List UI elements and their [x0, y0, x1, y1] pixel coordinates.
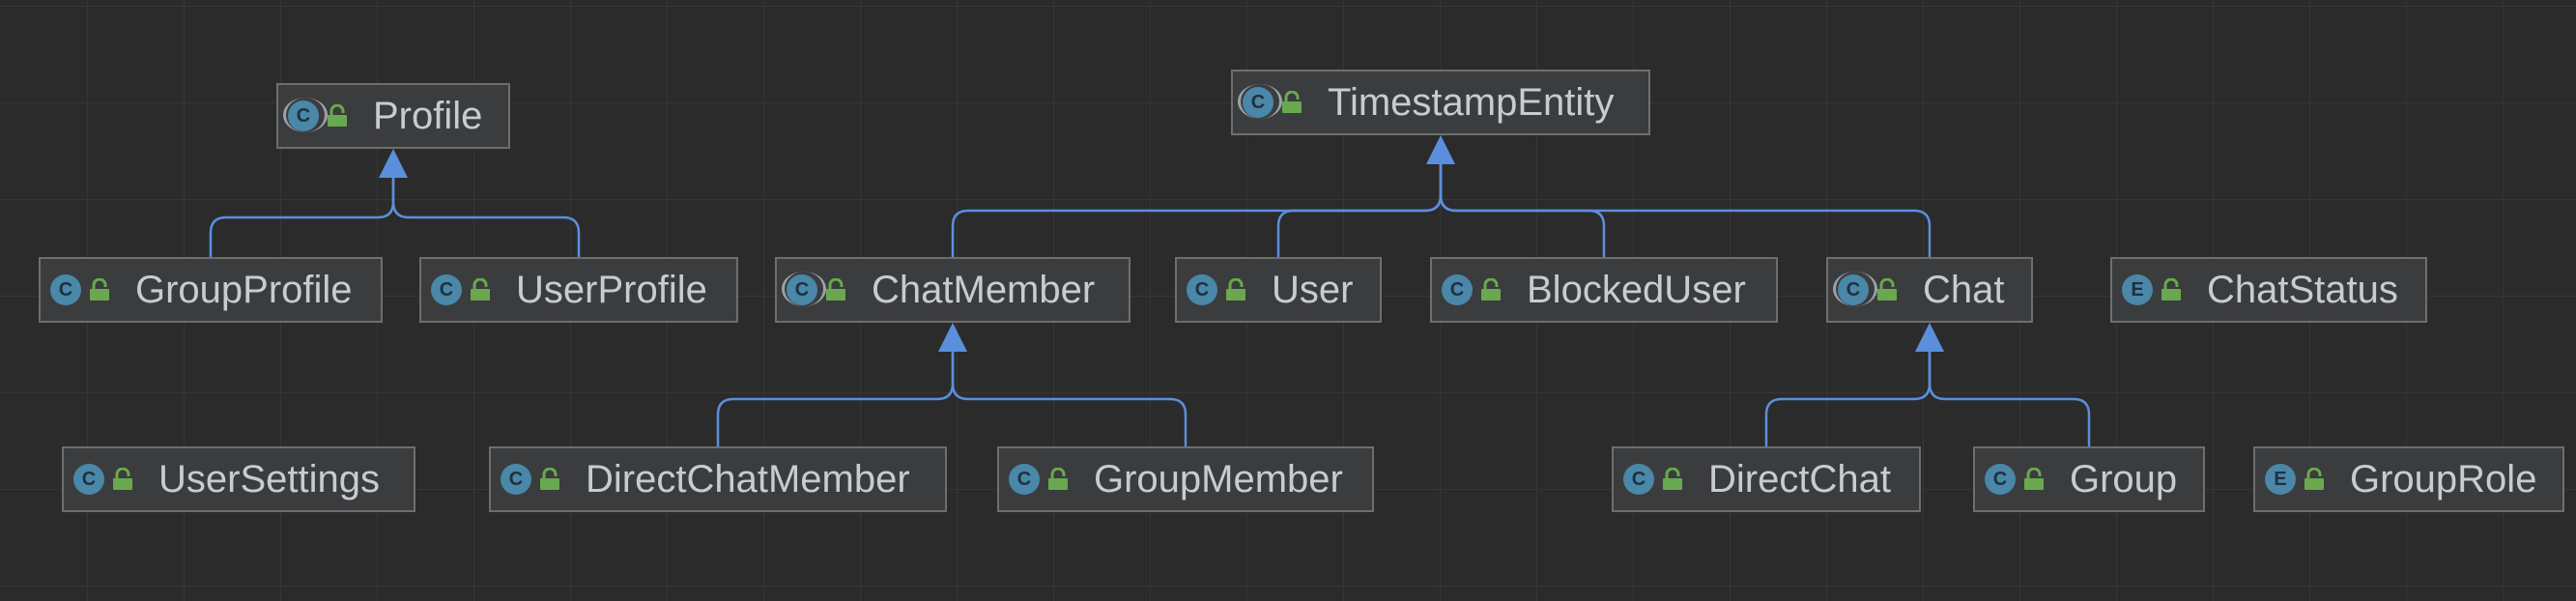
- lock-icon: [1047, 467, 1073, 492]
- class-icon: C: [1187, 274, 1217, 305]
- node-group-profile[interactable]: C GroupProfile: [39, 257, 383, 323]
- node-profile[interactable]: C Profile: [276, 83, 510, 149]
- lock-icon: [1480, 277, 1505, 302]
- node-label: GroupMember: [1094, 457, 1343, 501]
- node-label: Group: [2070, 457, 2178, 501]
- lock-icon: [2304, 467, 2329, 492]
- node-blocked-user[interactable]: C BlockedUser: [1430, 257, 1778, 323]
- inheritance-edge: [1928, 352, 2091, 446]
- node-user-settings[interactable]: C UserSettings: [62, 446, 415, 512]
- lock-icon: [2161, 277, 2186, 302]
- abstract-class-icon: C: [782, 272, 826, 306]
- node-label: ChatStatus: [2207, 268, 2398, 311]
- inheritance-edge: [209, 178, 395, 257]
- class-icon: C: [501, 464, 531, 495]
- node-label: User: [1272, 268, 1354, 311]
- lock-icon: [112, 467, 137, 492]
- node-direct-chat-member[interactable]: C DirectChatMember: [489, 446, 947, 512]
- node-label: Profile: [373, 94, 483, 137]
- lock-icon: [825, 277, 850, 302]
- node-group-role[interactable]: E GroupRole: [2253, 446, 2564, 512]
- node-group-member[interactable]: C GroupMember: [997, 446, 1374, 512]
- inheritance-edge: [391, 178, 581, 257]
- class-icon: C: [1623, 464, 1654, 495]
- node-chat-member[interactable]: C ChatMember: [775, 257, 1131, 323]
- inheritance-edge: [716, 352, 955, 446]
- class-icon: C: [1442, 274, 1473, 305]
- node-label: TimestampEntity: [1328, 80, 1615, 124]
- lock-icon: [1281, 90, 1306, 115]
- inheritance-edge: [951, 352, 1188, 446]
- inheritance-edge: [1439, 164, 1932, 257]
- enum-icon: E: [2265, 464, 2296, 495]
- node-chat[interactable]: C Chat: [1826, 257, 2033, 323]
- class-icon: C: [50, 274, 81, 305]
- abstract-class-icon: C: [283, 98, 328, 132]
- inheritance-edge: [1276, 164, 1443, 257]
- lock-icon: [1876, 277, 1902, 302]
- node-group[interactable]: C Group: [1973, 446, 2205, 512]
- node-user[interactable]: C User: [1175, 257, 1382, 323]
- node-label: UserSettings: [158, 457, 380, 501]
- node-label: BlockedUser: [1527, 268, 1746, 311]
- inheritance-arrowhead: [379, 149, 408, 178]
- lock-icon: [1662, 467, 1687, 492]
- enum-icon: E: [2122, 274, 2153, 305]
- inheritance-arrowhead: [938, 323, 967, 352]
- node-label: GroupRole: [2350, 457, 2537, 501]
- inheritance-edge: [1764, 352, 1932, 446]
- abstract-class-icon: C: [1833, 272, 1877, 306]
- inheritance-arrowhead: [1426, 135, 1455, 164]
- lock-icon: [539, 467, 564, 492]
- node-chat-status[interactable]: E ChatStatus: [2110, 257, 2427, 323]
- lock-icon: [470, 277, 495, 302]
- node-timestamp-entity[interactable]: C TimestampEntity: [1231, 70, 1650, 135]
- class-icon: C: [431, 274, 462, 305]
- abstract-class-icon: C: [1238, 84, 1282, 119]
- lock-icon: [327, 103, 352, 129]
- lock-icon: [89, 277, 114, 302]
- inheritance-arrowhead: [1915, 323, 1944, 352]
- node-label: UserProfile: [516, 268, 707, 311]
- class-icon: C: [1009, 464, 1040, 495]
- node-label: Chat: [1923, 268, 2005, 311]
- node-label: ChatMember: [872, 268, 1096, 311]
- node-direct-chat[interactable]: C DirectChat: [1612, 446, 1921, 512]
- node-label: DirectChat: [1708, 457, 1891, 501]
- class-icon: C: [73, 464, 104, 495]
- node-label: GroupProfile: [135, 268, 353, 311]
- lock-icon: [2023, 467, 2048, 492]
- lock-icon: [1225, 277, 1250, 302]
- node-user-profile[interactable]: C UserProfile: [419, 257, 738, 323]
- node-label: DirectChatMember: [586, 457, 910, 501]
- class-icon: C: [1985, 464, 2016, 495]
